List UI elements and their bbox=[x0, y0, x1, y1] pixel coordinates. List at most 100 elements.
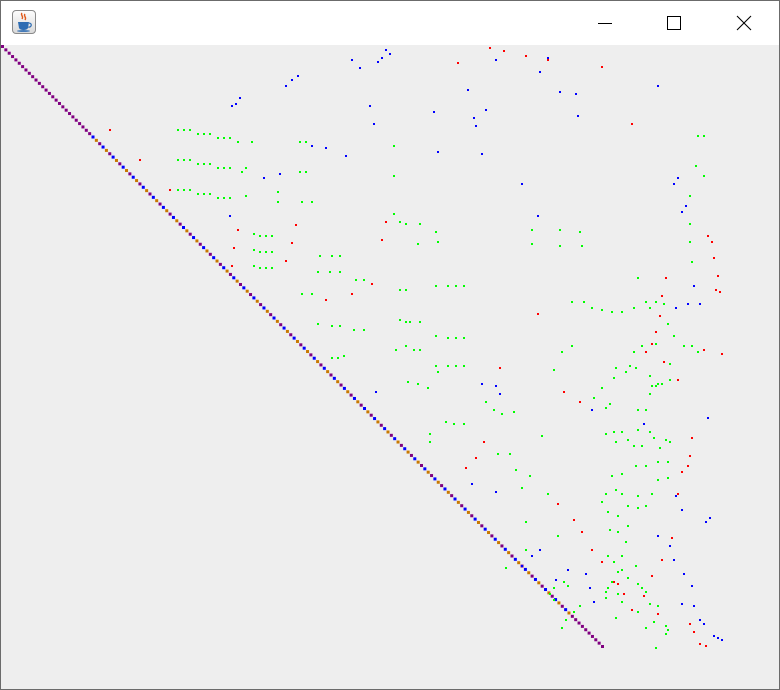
green-point bbox=[669, 379, 671, 381]
diagonal-mark bbox=[326, 370, 330, 374]
diagonal-mark bbox=[31, 75, 35, 79]
red-point bbox=[703, 349, 705, 351]
green-point bbox=[177, 159, 179, 161]
green-point bbox=[447, 285, 449, 287]
blue-point bbox=[567, 569, 569, 571]
diagonal-mark bbox=[269, 313, 273, 317]
green-point bbox=[655, 647, 657, 649]
blue-point bbox=[575, 93, 577, 95]
red-point bbox=[717, 275, 719, 277]
diagonal-mark bbox=[349, 393, 353, 397]
diagonal-mark bbox=[218, 262, 222, 266]
red-point bbox=[563, 391, 565, 393]
green-point bbox=[331, 255, 333, 257]
green-point bbox=[605, 493, 607, 495]
maximize-button[interactable] bbox=[651, 1, 697, 45]
diagonal-mark bbox=[544, 588, 548, 592]
blue-point bbox=[681, 211, 683, 213]
green-point bbox=[429, 433, 431, 435]
blue-point bbox=[381, 57, 383, 59]
green-point bbox=[579, 231, 581, 233]
blue-point bbox=[537, 215, 539, 217]
red-point bbox=[711, 241, 713, 243]
green-point bbox=[271, 267, 273, 269]
diagonal-mark bbox=[570, 614, 574, 618]
green-point bbox=[627, 577, 629, 579]
java-coffee-cup-icon[interactable] bbox=[12, 10, 36, 34]
diagonal-mark bbox=[339, 383, 343, 387]
green-point bbox=[413, 349, 415, 351]
close-icon bbox=[736, 15, 752, 31]
green-point bbox=[649, 603, 651, 605]
diagonal-mark bbox=[51, 95, 55, 99]
red-point bbox=[139, 159, 141, 161]
diagonal-mark bbox=[577, 621, 581, 625]
diagonal-mark bbox=[125, 169, 129, 173]
diagonal-mark bbox=[295, 339, 299, 343]
green-point bbox=[183, 129, 185, 131]
title-bar[interactable] bbox=[1, 1, 779, 45]
red-point bbox=[465, 467, 467, 469]
diagonal-mark bbox=[135, 179, 139, 183]
red-point bbox=[677, 379, 679, 381]
green-point bbox=[697, 351, 699, 353]
green-point bbox=[363, 279, 365, 281]
diagonal-mark bbox=[560, 604, 564, 608]
green-point bbox=[637, 277, 639, 279]
blue-point bbox=[577, 115, 579, 117]
diagonal-mark bbox=[4, 48, 8, 52]
green-point bbox=[455, 365, 457, 367]
red-point bbox=[659, 315, 661, 317]
red-point bbox=[381, 239, 383, 241]
diagonal-mark bbox=[453, 497, 457, 501]
green-point bbox=[621, 311, 623, 313]
diagonal-mark bbox=[530, 574, 534, 578]
red-point bbox=[233, 247, 235, 249]
green-point bbox=[667, 629, 669, 631]
diagonal-mark bbox=[108, 152, 112, 156]
red-point bbox=[655, 331, 657, 333]
green-point bbox=[229, 167, 231, 169]
blue-point bbox=[499, 393, 501, 395]
diagonal-mark bbox=[64, 108, 68, 112]
blue-point bbox=[495, 491, 497, 493]
green-point bbox=[591, 307, 593, 309]
red-point bbox=[707, 235, 709, 237]
green-point bbox=[529, 475, 531, 477]
green-point bbox=[615, 367, 617, 369]
diagonal-mark bbox=[540, 584, 544, 588]
green-point bbox=[311, 201, 313, 203]
blue-point bbox=[675, 307, 677, 309]
green-point bbox=[667, 477, 669, 479]
diagonal-mark bbox=[476, 520, 480, 524]
blue-point bbox=[683, 573, 685, 575]
red-point bbox=[677, 493, 679, 495]
green-point bbox=[657, 383, 659, 385]
diagonal-mark bbox=[346, 390, 350, 394]
green-point bbox=[417, 383, 419, 385]
green-point bbox=[531, 229, 533, 231]
minimize-button[interactable] bbox=[582, 1, 628, 45]
green-point bbox=[609, 403, 611, 405]
diagonal-mark bbox=[44, 88, 48, 92]
green-point bbox=[427, 387, 429, 389]
green-point bbox=[259, 267, 261, 269]
green-point bbox=[493, 409, 495, 411]
close-button[interactable] bbox=[721, 1, 767, 45]
diagonal-mark bbox=[91, 135, 95, 139]
plot-canvas[interactable] bbox=[1, 45, 779, 689]
blue-point bbox=[285, 85, 287, 87]
diagonal-mark bbox=[195, 239, 199, 243]
red-point bbox=[651, 575, 653, 577]
green-point bbox=[651, 493, 653, 495]
diagonal-mark bbox=[470, 514, 474, 518]
green-point bbox=[305, 141, 307, 143]
green-point bbox=[319, 255, 321, 257]
red-point bbox=[613, 581, 615, 583]
green-point bbox=[625, 541, 627, 543]
diagonal-mark bbox=[426, 470, 430, 474]
green-point bbox=[223, 197, 225, 199]
blue-point bbox=[589, 587, 591, 589]
green-point bbox=[635, 565, 637, 567]
diagonal-mark bbox=[601, 645, 604, 648]
